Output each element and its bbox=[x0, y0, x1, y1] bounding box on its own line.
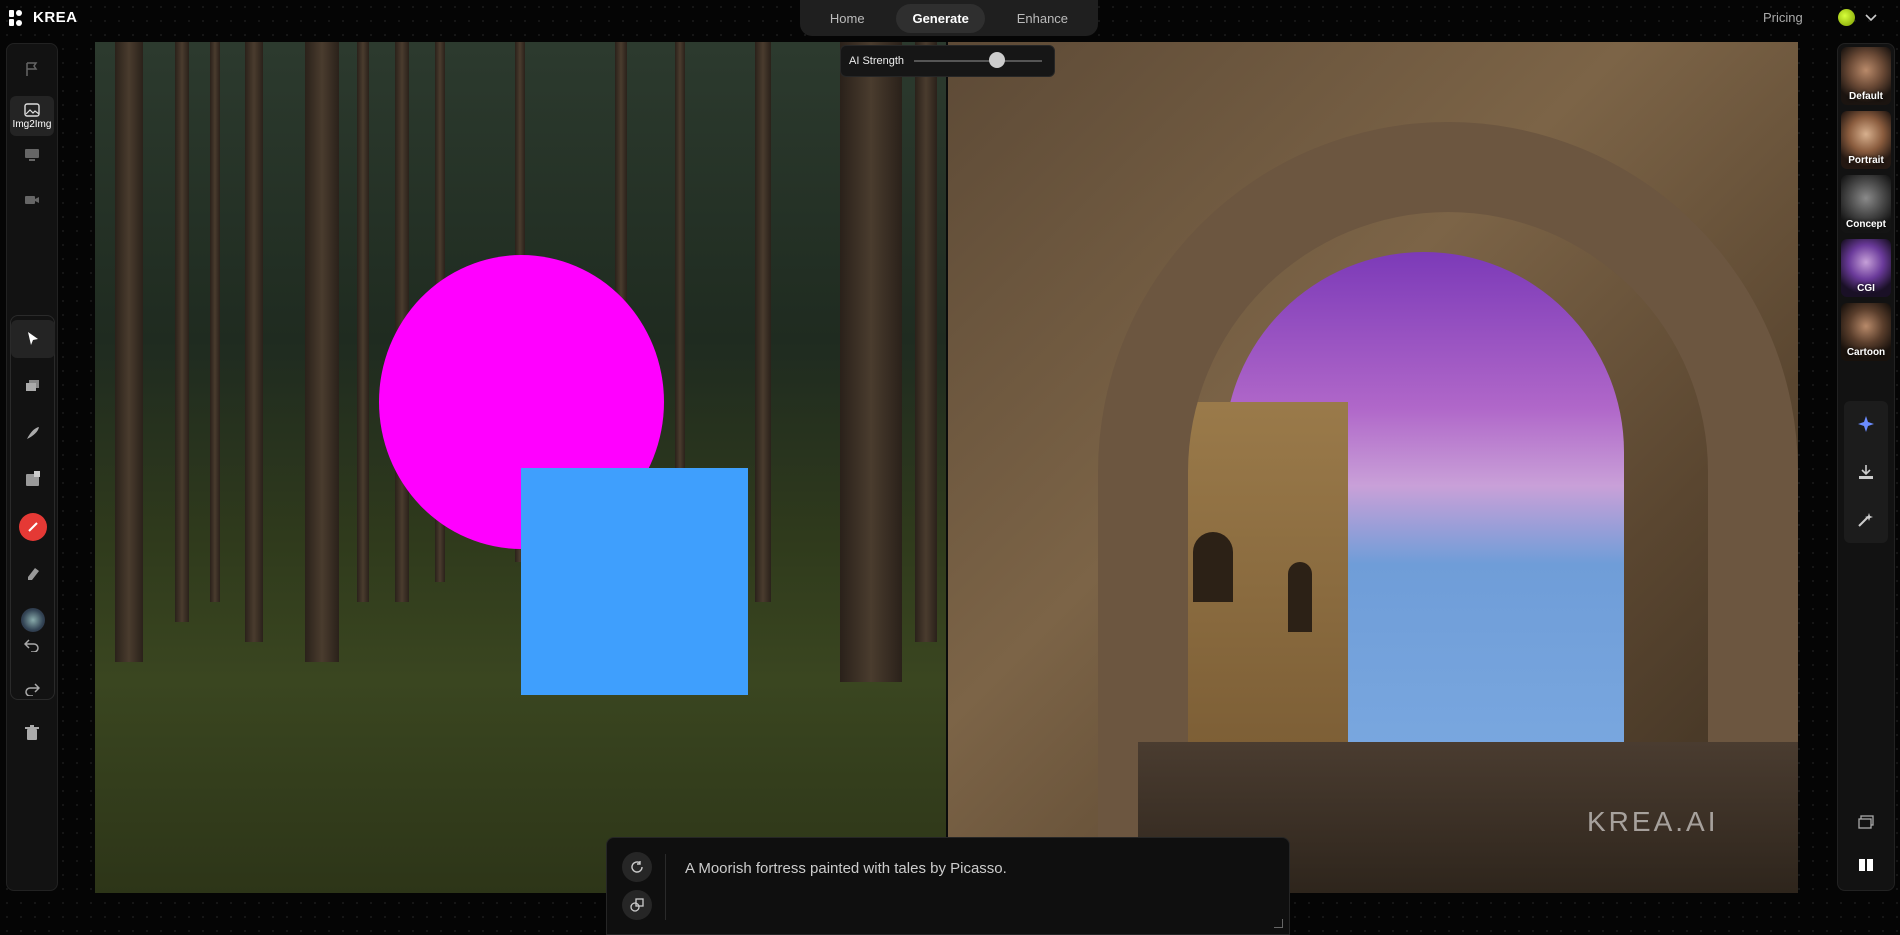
tree-trunk bbox=[175, 42, 189, 622]
screen-tool[interactable] bbox=[10, 136, 54, 174]
img2img-label: Img2Img bbox=[12, 118, 52, 130]
canvas-area[interactable] bbox=[95, 42, 1798, 893]
image-add-icon bbox=[26, 471, 40, 486]
tree-trunk bbox=[115, 42, 143, 662]
monitor-icon bbox=[25, 149, 39, 161]
record-button[interactable] bbox=[11, 508, 55, 546]
ai-strength-label: AI Strength bbox=[849, 55, 905, 67]
stacked-layers-icon bbox=[1858, 815, 1874, 829]
cursor-arrow-icon bbox=[28, 332, 38, 345]
shapes-icon bbox=[630, 898, 644, 912]
brush-tool[interactable] bbox=[11, 414, 55, 452]
main-nav: Home Generate Enhance bbox=[800, 0, 1098, 36]
undo-icon bbox=[24, 639, 39, 652]
feather-pen-icon bbox=[27, 427, 39, 439]
video-tool[interactable] bbox=[10, 181, 54, 219]
resize-grip-icon[interactable] bbox=[1274, 919, 1283, 928]
prompt-input[interactable]: A Moorish fortress painted with tales by… bbox=[683, 858, 1267, 932]
watermark: KREA.AI bbox=[1587, 806, 1719, 837]
split-view-icon bbox=[1859, 859, 1873, 871]
image-icon bbox=[24, 102, 40, 117]
tree-trunk bbox=[305, 42, 339, 662]
delete-button[interactable] bbox=[10, 714, 54, 752]
slider-thumb[interactable] bbox=[989, 52, 1006, 68]
avatar bbox=[1838, 9, 1855, 26]
tree-trunk bbox=[357, 42, 369, 602]
trash-icon bbox=[25, 725, 39, 740]
shapes-button[interactable] bbox=[622, 890, 652, 920]
video-camera-icon bbox=[25, 196, 39, 204]
image-upload-tool[interactable] bbox=[11, 460, 55, 498]
tab-home[interactable]: Home bbox=[814, 4, 881, 33]
input-canvas[interactable] bbox=[95, 42, 946, 893]
tree-trunk bbox=[245, 42, 263, 642]
blue-square-shape[interactable] bbox=[521, 468, 748, 695]
redo-button[interactable] bbox=[10, 670, 54, 708]
app-name: KREA bbox=[33, 9, 78, 26]
krea-logo[interactable]: KREA bbox=[9, 9, 78, 26]
eraser-icon bbox=[28, 568, 39, 580]
image-actions-group bbox=[1844, 401, 1888, 543]
output-image bbox=[948, 42, 1798, 893]
undo-button[interactable] bbox=[10, 626, 54, 664]
tree-trunk bbox=[915, 42, 937, 642]
layers-tool[interactable] bbox=[11, 367, 55, 405]
style-label: CGI bbox=[1857, 283, 1875, 294]
style-concept[interactable]: Concept bbox=[1841, 175, 1891, 233]
tab-enhance[interactable]: Enhance bbox=[1001, 4, 1084, 33]
stack-view-button[interactable] bbox=[1851, 807, 1881, 837]
tree-trunk bbox=[755, 42, 771, 602]
style-cartoon[interactable]: Cartoon bbox=[1841, 303, 1891, 361]
sparkle-icon bbox=[1858, 416, 1874, 432]
left-toolbar: Img2Img bbox=[6, 43, 58, 891]
pricing-link[interactable]: Pricing bbox=[1763, 10, 1803, 25]
refresh-icon bbox=[631, 861, 643, 873]
prompt-panel: A Moorish fortress painted with tales by… bbox=[606, 837, 1290, 935]
eraser-tool[interactable] bbox=[11, 554, 55, 592]
style-default[interactable]: Default bbox=[1841, 47, 1891, 105]
magic-wand-icon bbox=[1858, 513, 1873, 527]
download-button[interactable] bbox=[1851, 457, 1881, 487]
style-portrait[interactable]: Portrait bbox=[1841, 111, 1891, 169]
tab-generate[interactable]: Generate bbox=[896, 3, 985, 33]
record-icon bbox=[19, 513, 47, 541]
style-label: Concept bbox=[1846, 219, 1886, 230]
ai-strength-slider[interactable] bbox=[914, 52, 1043, 68]
chevron-down-icon bbox=[1865, 13, 1877, 21]
prompt-separator bbox=[665, 854, 666, 920]
redo-icon bbox=[25, 683, 40, 696]
style-label: Default bbox=[1849, 91, 1883, 102]
flag-tool[interactable] bbox=[10, 50, 54, 88]
flag-icon bbox=[26, 62, 38, 76]
style-label: Portrait bbox=[1848, 155, 1884, 166]
download-icon bbox=[1859, 465, 1873, 479]
split-view-button[interactable] bbox=[1851, 850, 1881, 880]
style-sidebar: Default Portrait Concept CGI Cartoon bbox=[1837, 43, 1895, 891]
tree-trunk bbox=[210, 42, 220, 602]
magic-edit-button[interactable] bbox=[1851, 505, 1881, 535]
reset-prompt-button[interactable] bbox=[622, 852, 652, 882]
account-menu[interactable] bbox=[1838, 9, 1877, 26]
enhance-button[interactable] bbox=[1851, 409, 1881, 439]
style-label: Cartoon bbox=[1846, 347, 1886, 358]
ai-strength-control: AI Strength bbox=[840, 45, 1055, 77]
select-tool[interactable] bbox=[11, 320, 55, 358]
tree-trunk bbox=[840, 42, 902, 682]
layers-icon bbox=[26, 380, 39, 391]
krea-logo-icon bbox=[9, 9, 22, 26]
style-cgi[interactable]: CGI bbox=[1841, 239, 1891, 297]
img2img-tool[interactable]: Img2Img bbox=[10, 96, 54, 136]
